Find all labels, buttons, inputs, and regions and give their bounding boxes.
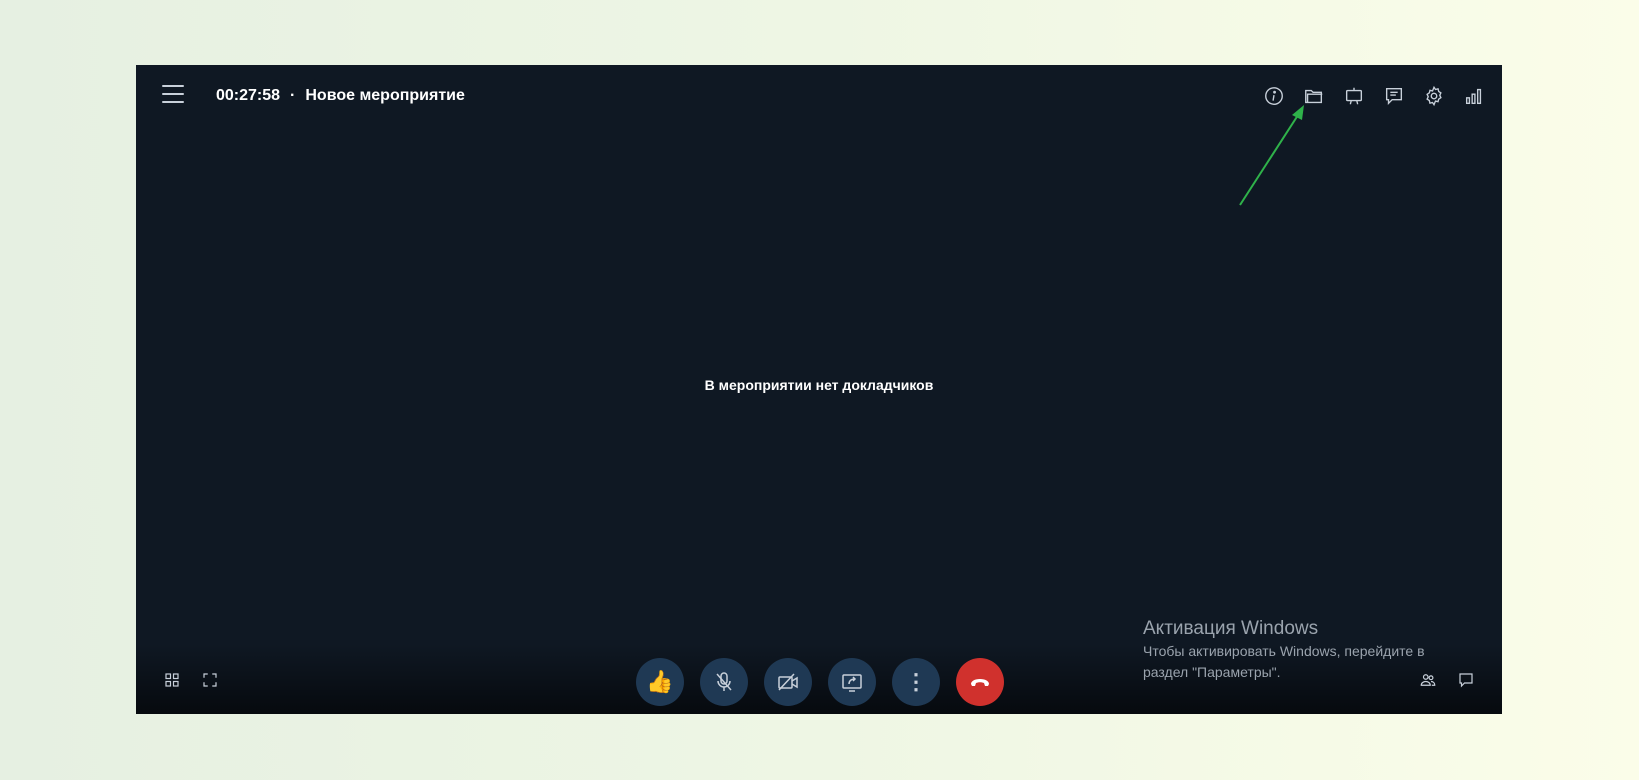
title-separator: · bbox=[290, 87, 296, 104]
call-controls: 👍 ⋮ bbox=[636, 658, 1004, 706]
chat-list-icon[interactable] bbox=[1382, 84, 1406, 108]
hang-up-button[interactable] bbox=[956, 658, 1004, 706]
grid-view-icon[interactable] bbox=[160, 668, 184, 692]
bottom-left-tools bbox=[160, 668, 222, 692]
watermark-subtitle: Чтобы активировать Windows, перейдите в … bbox=[1143, 643, 1425, 680]
camera-button[interactable] bbox=[764, 658, 812, 706]
event-timer: 00:27:58 bbox=[216, 87, 281, 104]
hamburger-menu-icon[interactable] bbox=[162, 85, 184, 107]
folder-icon[interactable] bbox=[1302, 84, 1326, 108]
info-icon[interactable] bbox=[1262, 84, 1286, 108]
chat-icon[interactable] bbox=[1454, 668, 1478, 692]
share-screen-icon bbox=[842, 674, 862, 692]
watermark-title: Активация Windows bbox=[1143, 618, 1319, 639]
thumbs-up-button[interactable]: 👍 bbox=[636, 658, 684, 706]
thumbs-up-icon: 👍 bbox=[646, 669, 674, 694]
hang-up-icon bbox=[971, 679, 989, 686]
top-bar: 00:27:58 · Новое мероприятие bbox=[136, 65, 1502, 127]
no-speakers-message: В мероприятии нет докладчиков bbox=[704, 377, 934, 393]
more-options-button[interactable]: ⋮ bbox=[892, 658, 940, 706]
share-screen-button[interactable] bbox=[828, 658, 876, 706]
top-toolbar bbox=[1262, 79, 1486, 113]
signal-icon[interactable] bbox=[1462, 84, 1486, 108]
windows-activation-watermark: Активация Windows Чтобы активировать Win… bbox=[1143, 617, 1443, 683]
gear-icon[interactable] bbox=[1422, 84, 1446, 108]
fullscreen-icon[interactable] bbox=[198, 668, 222, 692]
event-title: Новое мероприятие bbox=[305, 87, 465, 104]
presentation-icon[interactable] bbox=[1342, 84, 1366, 108]
camera-off-icon bbox=[778, 673, 798, 691]
more-icon: ⋮ bbox=[905, 669, 927, 694]
event-header: 00:27:58 · Новое мероприятие bbox=[216, 82, 465, 110]
microphone-muted-icon bbox=[716, 672, 732, 691]
microphone-button[interactable] bbox=[700, 658, 748, 706]
